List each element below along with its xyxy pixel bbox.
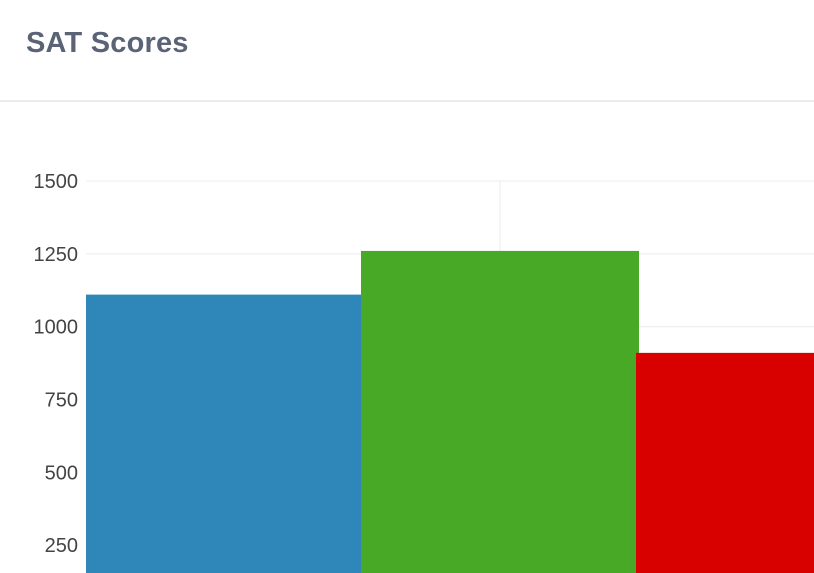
- bar-3[interactable]: [636, 352, 814, 573]
- bars: [86, 250, 814, 573]
- y-tick-label: 500: [45, 462, 78, 484]
- y-tick-label: 1000: [34, 317, 79, 339]
- chart-panel: SAT Scores 250 500 750 1000 1250 1500: [0, 0, 814, 573]
- y-tick-label: 250: [45, 535, 78, 557]
- bar-2[interactable]: [361, 250, 639, 573]
- y-axis-ticks: 250 500 750 1000 1250 1500: [34, 171, 79, 557]
- bar-chart: 250 500 750 1000 1250 1500: [34, 171, 814, 573]
- y-tick-label: 1250: [34, 244, 79, 266]
- bar-1[interactable]: [86, 294, 361, 573]
- y-tick-label: 1500: [34, 171, 79, 193]
- y-tick-label: 750: [45, 389, 78, 411]
